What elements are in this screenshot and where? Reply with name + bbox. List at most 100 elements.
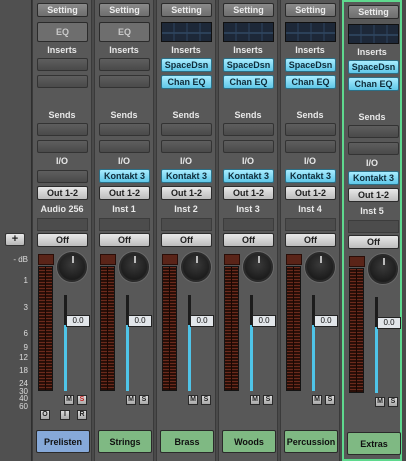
pan-knob[interactable] (368, 254, 398, 284)
solo-button[interactable]: S (201, 395, 211, 405)
automation-mode-button[interactable]: Off (285, 233, 336, 247)
solo-button[interactable]: S (263, 395, 273, 405)
insert-slot[interactable]: SpaceDsn (348, 60, 399, 74)
setting-button[interactable]: Setting (285, 3, 336, 17)
channel-strip[interactable]: Setting Inserts SpaceDsn Chan EQ Sends I/O Kon… (280, 0, 340, 461)
pan-knob[interactable] (57, 252, 87, 282)
track-color-label[interactable]: Strings (98, 430, 152, 453)
output-button[interactable]: Out 1-2 (99, 186, 150, 200)
channel-strip[interactable]: Setting Inserts SpaceDsn Chan EQ Sends I/O Kon… (156, 0, 216, 461)
pan-knob[interactable] (181, 252, 211, 282)
channel-strip[interactable]: Setting Inserts SpaceDsn Chan EQ Sends I/O Kon… (342, 0, 402, 461)
solo-button[interactable]: S (325, 395, 335, 405)
input-slot[interactable]: Kontakt 3 (161, 169, 212, 183)
solo-button[interactable]: S (77, 395, 87, 405)
automation-mode-button[interactable]: Off (161, 233, 212, 247)
add-track-button[interactable]: + (5, 233, 25, 246)
send-slot-empty[interactable] (223, 123, 274, 136)
channel-strip[interactable]: Setting Inserts SpaceDsn Chan EQ Sends I/O Kon… (218, 0, 278, 461)
eq-curve-display[interactable] (285, 22, 336, 42)
insert-slot[interactable]: Chan EQ (285, 75, 336, 89)
send-slot-empty[interactable] (99, 140, 150, 153)
send-slot-empty[interactable] (223, 140, 274, 153)
setting-button[interactable]: Setting (223, 3, 274, 17)
group-slot[interactable] (223, 218, 274, 231)
setting-button[interactable]: Setting (348, 5, 399, 19)
track-color-label[interactable]: Prelisten (36, 430, 90, 453)
track-color-label[interactable]: Brass (160, 430, 214, 453)
send-slot-empty[interactable] (285, 140, 336, 153)
mute-button[interactable]: M (64, 395, 74, 405)
insert-slot[interactable]: Chan EQ (348, 77, 399, 91)
send-slot-empty[interactable] (99, 123, 150, 136)
insert-slot[interactable]: SpaceDsn (285, 58, 336, 72)
insert-slot[interactable]: Chan EQ (223, 75, 274, 89)
mute-button[interactable]: M (126, 395, 136, 405)
track-color-label[interactable]: Extras (347, 432, 401, 455)
send-slot-empty[interactable] (348, 125, 399, 138)
pan-knob[interactable] (305, 252, 335, 282)
track-color-label[interactable]: Percussion (284, 430, 338, 453)
volume-readout[interactable]: 0.0 (252, 315, 276, 327)
volume-readout[interactable]: 0.0 (314, 315, 338, 327)
mute-button[interactable]: M (312, 395, 322, 405)
setting-button[interactable]: Setting (37, 3, 88, 17)
insert-slot-empty[interactable] (37, 58, 88, 71)
setting-button[interactable]: Setting (99, 3, 150, 17)
send-slot-empty[interactable] (161, 123, 212, 136)
input-slot[interactable]: Kontakt 3 (99, 169, 150, 183)
output-button[interactable]: Out 1-2 (37, 186, 88, 200)
input-slot-empty[interactable] (37, 170, 88, 183)
group-slot[interactable] (161, 218, 212, 231)
channel-option-button[interactable]: O (40, 410, 50, 420)
volume-readout[interactable]: 0.0 (66, 315, 90, 327)
output-button[interactable]: Out 1-2 (348, 188, 399, 202)
send-slot-empty[interactable] (161, 140, 212, 153)
volume-readout[interactable]: 0.0 (128, 315, 152, 327)
setting-button[interactable]: Setting (161, 3, 212, 17)
eq-curve-display[interactable] (348, 24, 399, 44)
pan-knob[interactable] (243, 252, 273, 282)
eq-curve-display[interactable] (161, 22, 212, 42)
solo-button[interactable]: S (139, 395, 149, 405)
send-slot-empty[interactable] (37, 140, 88, 153)
group-slot[interactable] (348, 220, 399, 233)
send-slot-empty[interactable] (348, 142, 399, 155)
mute-button[interactable]: M (375, 397, 385, 407)
insert-slot[interactable]: Chan EQ (161, 75, 212, 89)
solo-button[interactable]: S (388, 397, 398, 407)
output-button[interactable]: Out 1-2 (223, 186, 274, 200)
channel-strip[interactable]: Setting EQ Inserts Sends I/O Out 1-2 Audio 256… (32, 0, 92, 461)
send-slot-empty[interactable] (285, 123, 336, 136)
insert-slot-empty[interactable] (99, 75, 150, 88)
eq-display[interactable]: EQ (37, 22, 88, 42)
send-slot-empty[interactable] (37, 123, 88, 136)
input-slot[interactable]: Kontakt 3 (223, 169, 274, 183)
automation-mode-button[interactable]: Off (348, 235, 399, 249)
automation-mode-button[interactable]: Off (223, 233, 274, 247)
mute-button[interactable]: M (250, 395, 260, 405)
mute-button[interactable]: M (188, 395, 198, 405)
pan-knob[interactable] (119, 252, 149, 282)
automation-mode-button[interactable]: Off (99, 233, 150, 247)
channel-strip[interactable]: Setting EQ Inserts Sends I/O Kontakt 3 Out 1-2… (94, 0, 154, 461)
input-slot[interactable]: Kontakt 3 (285, 169, 336, 183)
track-color-label[interactable]: Woods (222, 430, 276, 453)
insert-slot-empty[interactable] (37, 75, 88, 88)
automation-mode-button[interactable]: Off (37, 233, 88, 247)
output-button[interactable]: Out 1-2 (161, 186, 212, 200)
group-slot[interactable] (285, 218, 336, 231)
insert-slot[interactable]: SpaceDsn (161, 58, 212, 72)
volume-readout[interactable]: 0.0 (377, 317, 401, 329)
eq-curve-display[interactable] (223, 22, 274, 42)
eq-display[interactable]: EQ (99, 22, 150, 42)
channel-option-button[interactable]: R (77, 410, 87, 420)
channel-option-button[interactable]: I (60, 410, 70, 420)
insert-slot-empty[interactable] (99, 58, 150, 71)
output-button[interactable]: Out 1-2 (285, 186, 336, 200)
insert-slot[interactable]: SpaceDsn (223, 58, 274, 72)
group-slot[interactable] (37, 218, 88, 231)
volume-readout[interactable]: 0.0 (190, 315, 214, 327)
group-slot[interactable] (99, 218, 150, 231)
input-slot[interactable]: Kontakt 3 (348, 171, 399, 185)
